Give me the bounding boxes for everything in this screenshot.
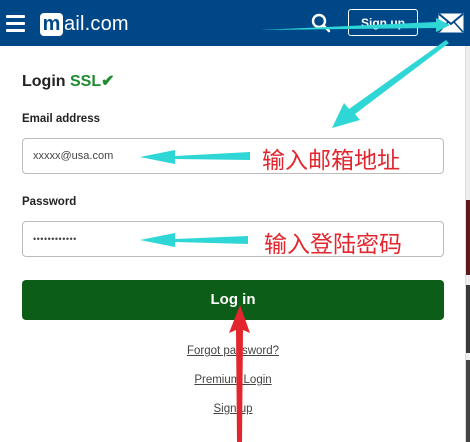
logo-mark: m: [40, 12, 63, 36]
background-image-strip: [466, 360, 470, 442]
logo-text: ail.com: [64, 12, 129, 35]
background-image-strip: [466, 285, 470, 353]
mailcom-logo[interactable]: m ail.com: [40, 11, 129, 37]
password-label: Password: [22, 196, 77, 208]
menu-icon[interactable]: [6, 15, 25, 32]
forgot-password-link[interactable]: Forgot password?: [133, 345, 333, 357]
email-annotation: 输入邮箱地址: [262, 148, 400, 174]
login-button[interactable]: Log in: [22, 280, 444, 320]
signup-button[interactable]: Sign up: [348, 9, 418, 36]
login-title-text: Login: [22, 73, 66, 90]
background-image-strip: [466, 200, 470, 275]
mail-icon[interactable]: [438, 13, 464, 33]
email-label: Email address: [22, 113, 100, 125]
login-title: Login SSL✔: [22, 71, 115, 91]
search-icon[interactable]: [311, 13, 331, 33]
top-navigation-bar: m ail.com Sign up: [0, 0, 470, 46]
ssl-badge: SSL✔: [70, 73, 115, 90]
signup-link[interactable]: Sign up: [133, 403, 333, 415]
password-annotation: 输入登陆密码: [264, 232, 402, 258]
premium-login-link[interactable]: Premium Login: [133, 374, 333, 386]
